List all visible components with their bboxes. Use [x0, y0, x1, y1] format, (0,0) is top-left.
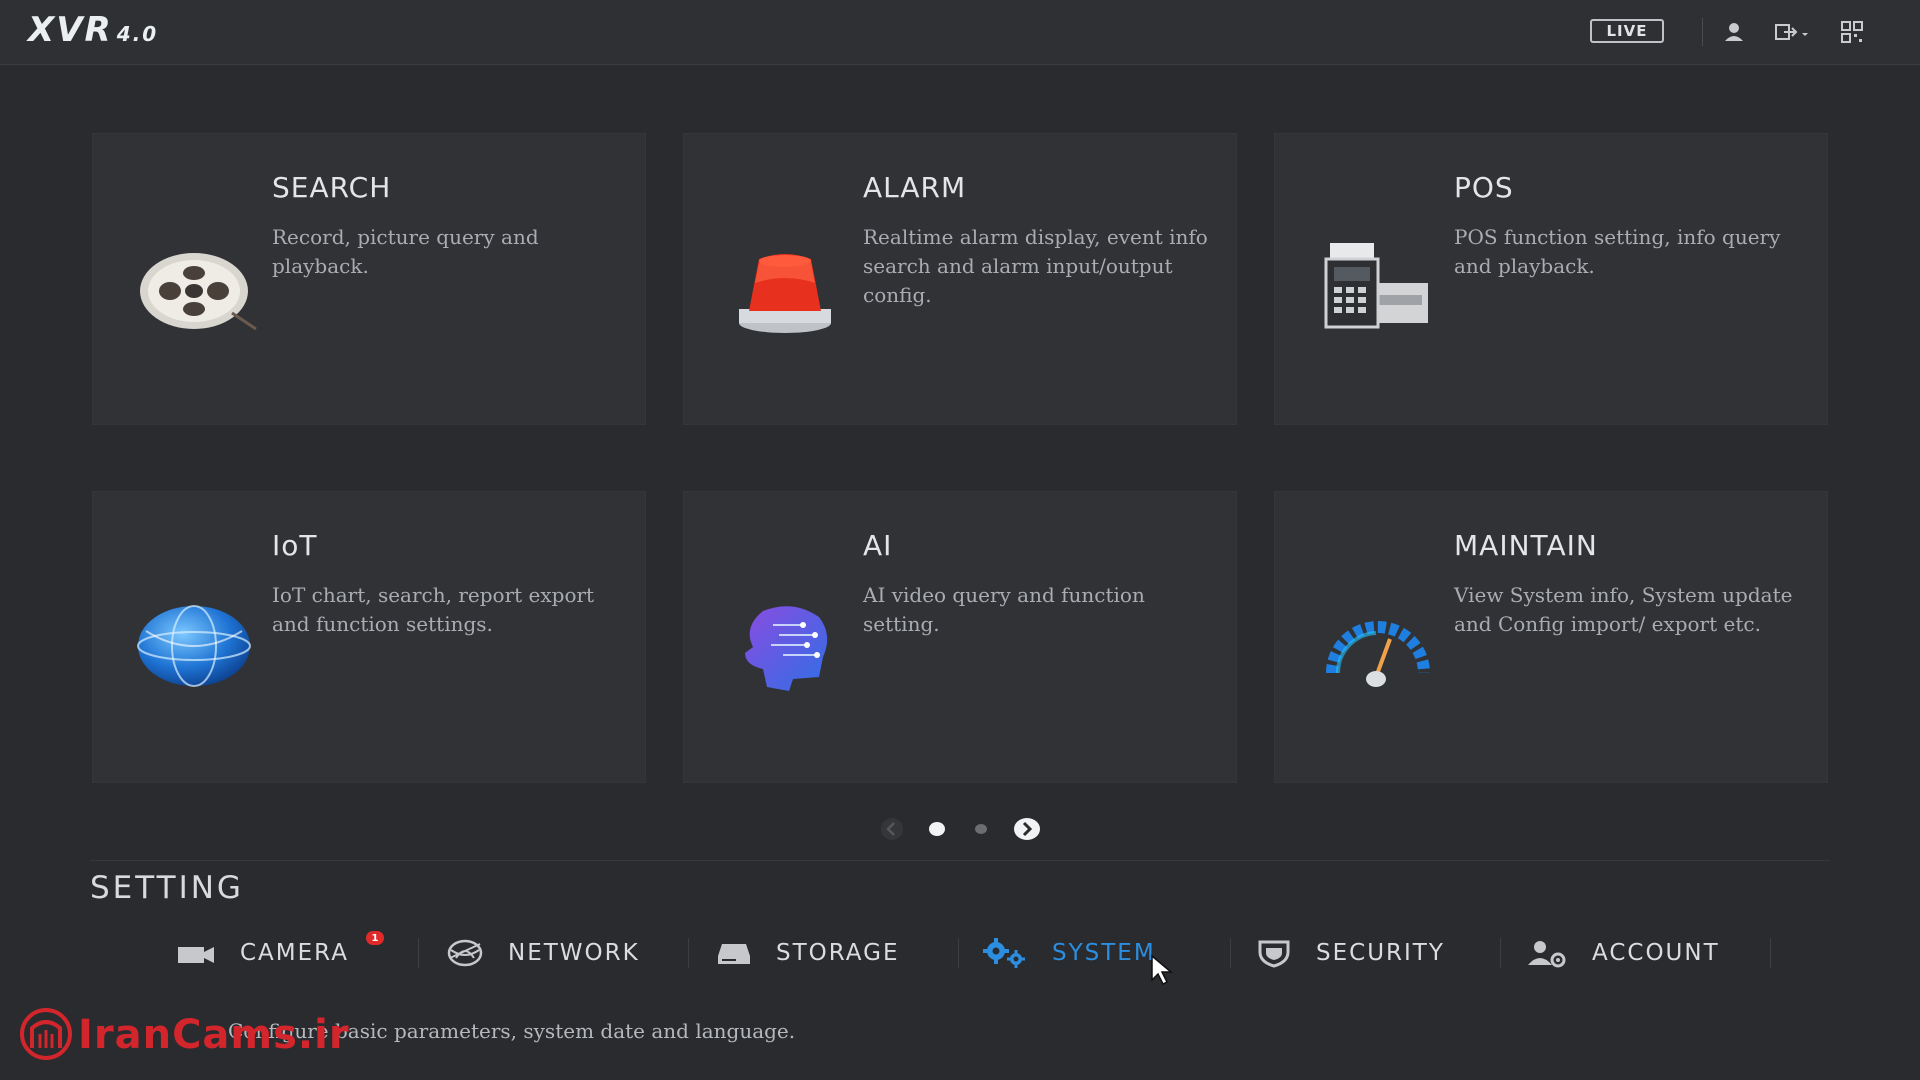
card-description: View System info, System update and Conf… [1454, 583, 1793, 636]
card-ai[interactable]: AI AI video query and function setting. [683, 491, 1237, 783]
qrcode-icon[interactable] [1838, 18, 1866, 46]
setting-title: SETTING [90, 870, 244, 906]
shield-icon [1258, 940, 1290, 968]
tab-label: NETWORK [508, 940, 640, 966]
tab-separator [1230, 938, 1231, 968]
logo-version: 4.0 [116, 22, 159, 46]
card-title: POS [1454, 171, 1514, 204]
pager-dot[interactable] [975, 824, 987, 834]
ai-head-icon [745, 606, 828, 691]
user-icon[interactable] [1720, 18, 1748, 46]
mouse-cursor-icon [1151, 954, 1174, 986]
notification-badge: 1 [366, 931, 384, 945]
section-divider [90, 860, 1830, 861]
tab-system[interactable]: SYSTEM [980, 930, 1156, 976]
live-button[interactable]: LIVE [1590, 19, 1664, 43]
network-icon [447, 939, 483, 967]
top-bar: XVR 4.0 LIVE [0, 0, 1920, 65]
logo-main: XVR [28, 10, 113, 50]
tab-network[interactable]: NETWORK [446, 930, 640, 976]
card-description: Realtime alarm display, event info searc… [863, 225, 1208, 307]
film-reel-icon [140, 253, 257, 331]
card-iot[interactable]: IoT IoT chart, search, report export and… [92, 491, 646, 783]
watermark-text: IranCams.ir [78, 1012, 350, 1058]
tab-separator [688, 938, 689, 968]
card-title: SEARCH [272, 171, 392, 204]
cash-register-icon [1324, 243, 1428, 329]
alarm-light-icon [739, 254, 831, 333]
tab-camera[interactable]: CAMERA [176, 930, 349, 976]
tab-label: ACCOUNT [1592, 940, 1720, 966]
tab-label: SECURITY [1316, 940, 1445, 966]
card-title: AI [863, 529, 893, 562]
gauge-icon [1326, 621, 1430, 687]
card-title: IoT [272, 529, 318, 562]
tab-separator [418, 938, 419, 968]
chevron-left-icon[interactable] [880, 817, 904, 841]
storage-icon [718, 944, 750, 964]
top-separator [1702, 18, 1703, 46]
tab-label: SYSTEM [1052, 940, 1156, 966]
watermark-logo-icon [20, 1008, 72, 1060]
card-description: POS function setting, info query and pla… [1454, 225, 1781, 278]
card-title: MAINTAIN [1454, 529, 1598, 562]
tab-account[interactable]: ACCOUNT [1526, 930, 1720, 976]
tab-label: CAMERA [240, 940, 349, 966]
globe-icon [137, 605, 251, 687]
logout-icon[interactable] [1772, 18, 1812, 46]
gears-icon [983, 938, 1025, 968]
card-title: ALARM [863, 171, 967, 204]
card-search[interactable]: SEARCH Record, picture query and playbac… [92, 133, 646, 425]
tab-security[interactable]: SECURITY [1256, 930, 1445, 976]
pager-dot-active[interactable] [929, 822, 945, 836]
tab-storage[interactable]: STORAGE [716, 930, 900, 976]
tab-separator [1500, 938, 1501, 968]
card-description: IoT chart, search, report export and fun… [272, 583, 595, 636]
tab-label: STORAGE [776, 940, 900, 966]
tab-separator [1770, 938, 1771, 968]
chevron-right-icon[interactable] [1013, 817, 1041, 841]
camera-icon [178, 947, 214, 963]
card-pos[interactable]: POS POS function setting, info query and… [1274, 133, 1828, 425]
card-alarm[interactable]: ALARM Realtime alarm display, event info… [683, 133, 1237, 425]
card-maintain[interactable]: MAINTAIN View System info, System update… [1274, 491, 1828, 783]
card-description: AI video query and function setting. [863, 583, 1145, 636]
account-icon [1528, 941, 1566, 968]
carousel-pager [0, 817, 1920, 841]
app-logo: XVR 4.0 [28, 10, 158, 50]
tab-separator [958, 938, 959, 968]
card-description: Record, picture query and playback. [272, 225, 539, 278]
